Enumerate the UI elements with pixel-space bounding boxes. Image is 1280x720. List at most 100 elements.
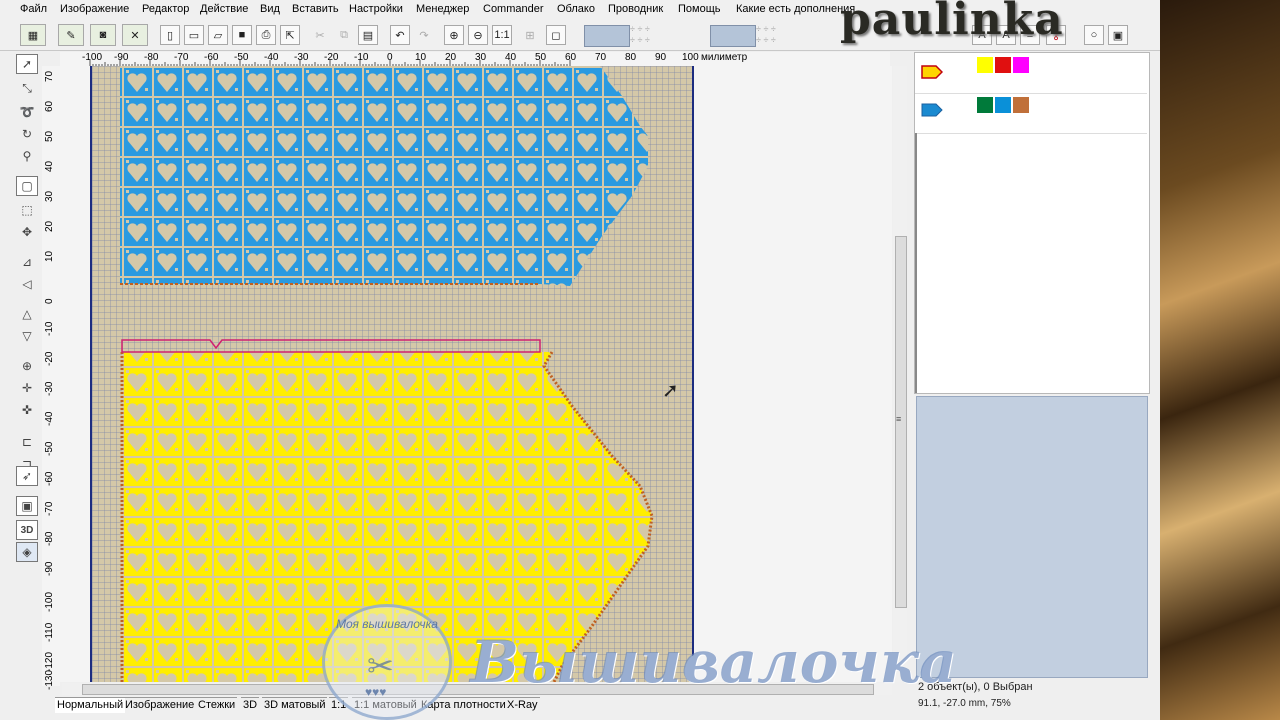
horizontal-ruler: -100 -90 -80 -70 -60 -50 -40 -30 -20 -10… bbox=[60, 52, 890, 66]
align-left-icon[interactable]: ⊏ bbox=[16, 432, 38, 452]
panel-divider bbox=[915, 133, 917, 393]
ruler-unit: милиметр bbox=[701, 52, 748, 63]
ruler-label: 60 bbox=[44, 100, 55, 112]
menu-cloud[interactable]: Облако bbox=[557, 3, 595, 15]
open-folder-icon[interactable]: ▭ bbox=[184, 25, 204, 45]
resize-icon[interactable]: ⬚ bbox=[16, 200, 38, 220]
menu-commander[interactable]: Commander bbox=[483, 3, 544, 15]
rectangle-select-icon[interactable]: ▢ bbox=[16, 176, 38, 196]
menu-view[interactable]: Вид bbox=[260, 3, 280, 15]
blue-mitten-fill bbox=[120, 66, 648, 286]
menu-file[interactable]: Файл bbox=[20, 3, 47, 15]
ruler-label: 80 bbox=[625, 52, 637, 63]
ruler-label: 70 bbox=[595, 52, 607, 63]
ruler-label: -80 bbox=[144, 52, 159, 63]
ruler-label: 90 bbox=[655, 52, 667, 63]
copy-icon[interactable]: ⧉ bbox=[334, 25, 354, 45]
magic-wand-icon[interactable]: ✎ bbox=[58, 24, 84, 46]
color-swatch bbox=[1013, 57, 1029, 73]
menu-manager[interactable]: Менеджер bbox=[416, 3, 469, 15]
selection-outline bbox=[121, 339, 541, 353]
thread-tag-icon bbox=[921, 65, 943, 79]
zoom-1to1-icon[interactable]: 1:1 bbox=[492, 25, 512, 45]
flip-icon[interactable]: ▽ bbox=[16, 326, 38, 346]
ruler-label: -40 bbox=[44, 411, 55, 426]
ruler-label: 30 bbox=[475, 52, 487, 63]
ruler-label: 70 bbox=[44, 70, 55, 82]
ruler-label: 40 bbox=[505, 52, 517, 63]
fit-icon[interactable]: ⊞ bbox=[520, 25, 540, 45]
center-icon[interactable]: ⊕ bbox=[16, 356, 38, 376]
ruler-label: -10 bbox=[44, 321, 55, 336]
ruler-label: -60 bbox=[204, 52, 219, 63]
new-file-icon[interactable]: ▯ bbox=[160, 25, 180, 45]
tab-3d[interactable]: 3D bbox=[241, 697, 260, 713]
color-swatch bbox=[1013, 97, 1029, 113]
spinner-icon[interactable]: ÷ ÷ ÷ ÷ ÷ ÷ bbox=[630, 24, 666, 46]
hoop-icon[interactable]: ▦ bbox=[20, 24, 46, 46]
menu-action[interactable]: Действие bbox=[200, 3, 248, 15]
menu-help[interactable]: Помощь bbox=[678, 3, 721, 15]
tab-image[interactable]: Изображение bbox=[123, 697, 197, 713]
export-icon[interactable]: ⇱ bbox=[280, 25, 300, 45]
menu-settings[interactable]: Настройки bbox=[349, 3, 403, 15]
tab-xray[interactable]: X-Ray bbox=[505, 697, 540, 713]
ruler-label: 50 bbox=[535, 52, 547, 63]
node-edit-icon[interactable]: ⤡ bbox=[16, 78, 38, 98]
menu-addons[interactable]: Какие есть дополнения bbox=[736, 3, 855, 15]
save-icon[interactable]: ■ bbox=[232, 25, 252, 45]
distribute-icon[interactable]: ✜ bbox=[16, 400, 38, 420]
open-recent-icon[interactable]: ▱ bbox=[208, 25, 228, 45]
paste-icon[interactable]: ▤ bbox=[358, 25, 378, 45]
camera-icon[interactable]: ◙ bbox=[90, 24, 116, 46]
tab-stitches[interactable]: Стежки bbox=[196, 697, 238, 713]
thread-color-picker[interactable] bbox=[710, 25, 756, 47]
desktop-background bbox=[1160, 0, 1280, 720]
realistic-view-icon[interactable]: ◈ bbox=[16, 542, 38, 562]
move-icon[interactable]: ✥ bbox=[16, 222, 38, 242]
left-toolbox: ➚ ⤡ ➰ ↻ ⚲ ▢ ⬚ ✥ ⊿ ◁ △ ▽ ⊕ ✛ ✜ ⊏ ⊐ ➶ ▣ 3D… bbox=[14, 52, 42, 572]
hoop-area[interactable] bbox=[90, 66, 694, 682]
circle-icon[interactable]: ○ bbox=[1084, 25, 1104, 45]
cursor-tool-icon[interactable]: ➶ bbox=[16, 466, 38, 486]
menu-insert[interactable]: Вставить bbox=[292, 3, 339, 15]
design-canvas[interactable]: ➚ bbox=[60, 66, 892, 682]
object-row-yellow[interactable] bbox=[915, 53, 1147, 94]
ruler-label: -40 bbox=[264, 52, 279, 63]
ruler-label: -20 bbox=[324, 52, 339, 63]
tab-normal[interactable]: Нормальный bbox=[55, 697, 126, 713]
skew-icon[interactable]: △ bbox=[16, 304, 38, 324]
seal-text: Моя вышивалочка bbox=[336, 617, 438, 631]
menu-image[interactable]: Изображение bbox=[60, 3, 129, 15]
redo-icon[interactable]: ↷ bbox=[414, 25, 434, 45]
mirror-vertical-icon[interactable]: ◁ bbox=[16, 274, 38, 294]
design-preview bbox=[120, 66, 654, 682]
zoom-in-icon[interactable]: ⊕ bbox=[444, 25, 464, 45]
cut-icon[interactable]: ✂ bbox=[310, 25, 330, 45]
zoom-icon[interactable]: ⚲ bbox=[16, 146, 38, 166]
splitter-handle[interactable]: ≡ bbox=[896, 414, 901, 424]
vertical-scrollbar[interactable] bbox=[893, 66, 907, 682]
spinner-icon[interactable]: ÷ ÷ ÷ ÷ ÷ ÷ bbox=[756, 24, 792, 46]
select-arrow-icon[interactable]: ➚ bbox=[16, 54, 38, 74]
rotate-icon[interactable]: ↻ bbox=[16, 124, 38, 144]
menu-editor[interactable]: Редактор bbox=[142, 3, 189, 15]
lasso-icon[interactable]: ➰ bbox=[16, 102, 38, 122]
3d-view-icon[interactable]: 3D bbox=[16, 520, 38, 540]
align-center-icon[interactable]: ✛ bbox=[16, 378, 38, 398]
save-small-icon[interactable]: ▣ bbox=[1108, 25, 1128, 45]
print-icon[interactable]: ⎙ bbox=[256, 25, 276, 45]
tools-icon[interactable]: ✕ bbox=[122, 24, 148, 46]
image-view-icon[interactable]: ▣ bbox=[16, 496, 38, 516]
zoom-out-icon[interactable]: ⊖ bbox=[468, 25, 488, 45]
ruler-label: -60 bbox=[44, 471, 55, 486]
ruler-label: 40 bbox=[44, 160, 55, 172]
mirror-horizontal-icon[interactable]: ⊿ bbox=[16, 252, 38, 272]
undo-icon[interactable]: ↶ bbox=[390, 25, 410, 45]
tab-3d-matte[interactable]: 3D матовый bbox=[262, 697, 328, 713]
stop-icon[interactable]: ◻ bbox=[546, 25, 566, 45]
object-row-blue[interactable] bbox=[915, 93, 1147, 134]
menu-explorer[interactable]: Проводник bbox=[608, 3, 663, 15]
fabric-color-picker[interactable] bbox=[584, 25, 630, 47]
color-swatch bbox=[977, 97, 993, 113]
